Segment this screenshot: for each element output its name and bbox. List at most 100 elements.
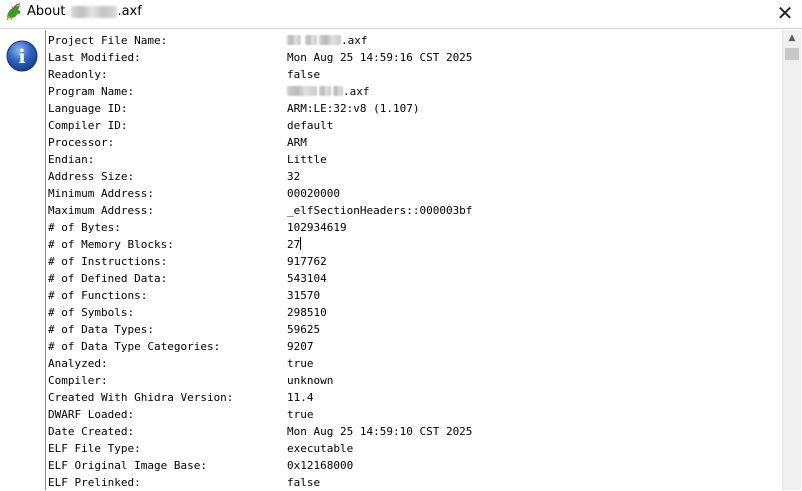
property-row: ELF File Type: executable (48, 440, 353, 457)
property-key: Created With Ghidra Version: (48, 391, 234, 404)
property-key: # of Functions: (48, 289, 148, 302)
property-key: # of Data Types: (48, 323, 154, 336)
property-value: Little (287, 153, 327, 166)
property-row: Program Name: .axf (48, 83, 370, 100)
title-prefix: About (27, 4, 66, 19)
property-row: Compiler ID: default (48, 117, 333, 134)
property-key: Language ID: (48, 102, 128, 115)
property-value: 27 (287, 237, 302, 251)
property-key: ELF File Type: (48, 442, 141, 455)
redacted-text (287, 35, 301, 45)
property-row: Processor: ARM (48, 134, 307, 151)
vertical-scrollbar[interactable]: ▲ (782, 30, 801, 490)
property-key: # of Bytes: (48, 221, 121, 234)
property-value: 102934619 (287, 221, 347, 234)
property-value: .axf (287, 83, 370, 100)
property-key: Compiler: (48, 374, 108, 387)
property-key: DWARF Loaded: (48, 408, 135, 421)
property-value: ARM:LE:32:v8 (1.107) (287, 102, 420, 115)
property-value: 32 (287, 170, 301, 183)
property-row: # of Instructions: 917762 (48, 253, 327, 270)
property-value: unknown (287, 374, 334, 387)
redacted-text (287, 86, 317, 96)
property-row: DWARF Loaded: true (48, 406, 314, 423)
property-value: 0x12168000 (287, 459, 354, 472)
property-value: 00020000 (287, 187, 340, 200)
scrollbar-thumb[interactable] (785, 48, 799, 60)
property-key: Analyzed: (48, 357, 108, 370)
property-key: Date Created: (48, 425, 135, 438)
close-icon: ✕ (776, 1, 794, 25)
scroll-up-arrow-icon[interactable]: ▲ (783, 30, 801, 46)
property-key: ELF Prelinked: (48, 476, 141, 489)
property-key: # of Symbols: (48, 306, 135, 319)
property-row: Date Created: Mon Aug 25 14:59:10 CST 20… (48, 423, 472, 440)
property-value: 59625 (287, 323, 321, 336)
property-value: _elfSectionHeaders::000003bf (287, 204, 473, 217)
property-key: # of Data Type Categories: (48, 340, 221, 353)
property-value: true (287, 408, 314, 421)
info-icon-letter: i (18, 46, 25, 68)
property-value: false (287, 476, 321, 489)
property-row: # of Data Types: 59625 (48, 321, 320, 338)
property-row: Project File Name: .axf (48, 32, 368, 49)
property-key: Program Name: (48, 85, 135, 98)
redacted-text (333, 86, 343, 96)
property-value: executable (287, 442, 354, 455)
redacted-text (319, 35, 341, 45)
property-row: Maximum Address: _elfSectionHeaders::000… (48, 202, 472, 219)
property-row: Analyzed: true (48, 355, 314, 372)
properties-textarea[interactable]: Project File Name: .axf Last Modified: M… (45, 30, 782, 490)
property-value: false (287, 68, 321, 81)
redacted-text (305, 35, 317, 45)
property-key: Readonly: (48, 68, 108, 81)
property-key: Processor: (48, 136, 115, 149)
property-value: true (287, 357, 314, 370)
window-title: About .axf (27, 4, 142, 19)
property-key: # of Instructions: (48, 255, 168, 268)
property-row: Language ID: ARM:LE:32:v8 (1.107) (48, 100, 419, 117)
property-row: # of Symbols: 298510 (48, 304, 327, 321)
property-row: # of Memory Blocks: 27 (48, 236, 302, 253)
title-bar: About .axf ✕ (0, 0, 802, 26)
dragon-icon (6, 3, 21, 21)
property-row: # of Data Type Categories: 9207 (48, 338, 314, 355)
property-row: # of Functions: 31570 (48, 287, 320, 304)
close-button[interactable]: ✕ (774, 2, 796, 24)
property-row: Endian: Little (48, 151, 327, 168)
property-row: Readonly: false (48, 66, 320, 83)
property-row: # of Defined Data: 543104 (48, 270, 327, 287)
property-row: Last Modified: Mon Aug 25 14:59:16 CST 2… (48, 49, 472, 66)
text-cursor (300, 237, 302, 250)
info-icon: i (6, 40, 38, 72)
property-row: Created With Ghidra Version: 11.4 (48, 389, 314, 406)
property-row: ELF Prelinked: false (48, 474, 320, 490)
property-key: Address Size: (48, 170, 135, 183)
property-value: 298510 (287, 306, 327, 319)
property-row: Minimum Address: 00020000 (48, 185, 340, 202)
property-key: ELF Original Image Base: (48, 459, 207, 472)
property-key: Minimum Address: (48, 187, 154, 200)
property-key: Last Modified: (48, 51, 141, 64)
property-value: .axf (287, 32, 368, 49)
property-row: Address Size: 32 (48, 168, 300, 185)
property-value: default (287, 119, 334, 132)
property-value: 11.4 (287, 391, 314, 404)
property-value: Mon Aug 25 14:59:10 CST 2025 (287, 425, 473, 438)
property-value: 9207 (287, 340, 314, 353)
property-key: Maximum Address: (48, 204, 154, 217)
property-value: Mon Aug 25 14:59:16 CST 2025 (287, 51, 473, 64)
property-value: 917762 (287, 255, 327, 268)
redacted-text (319, 86, 331, 96)
property-key: # of Memory Blocks: (48, 238, 174, 251)
property-row: # of Bytes: 102934619 (48, 219, 347, 236)
property-key: Compiler ID: (48, 119, 128, 132)
property-value: ARM (287, 136, 307, 149)
property-value: 543104 (287, 272, 327, 285)
title-suffix: .axf (117, 4, 142, 19)
property-row: ELF Original Image Base: 0x12168000 (48, 457, 353, 474)
property-key: Project File Name: (48, 34, 168, 47)
property-row: Compiler: unknown (48, 372, 333, 389)
property-key: Endian: (48, 153, 95, 166)
property-key: # of Defined Data: (48, 272, 168, 285)
